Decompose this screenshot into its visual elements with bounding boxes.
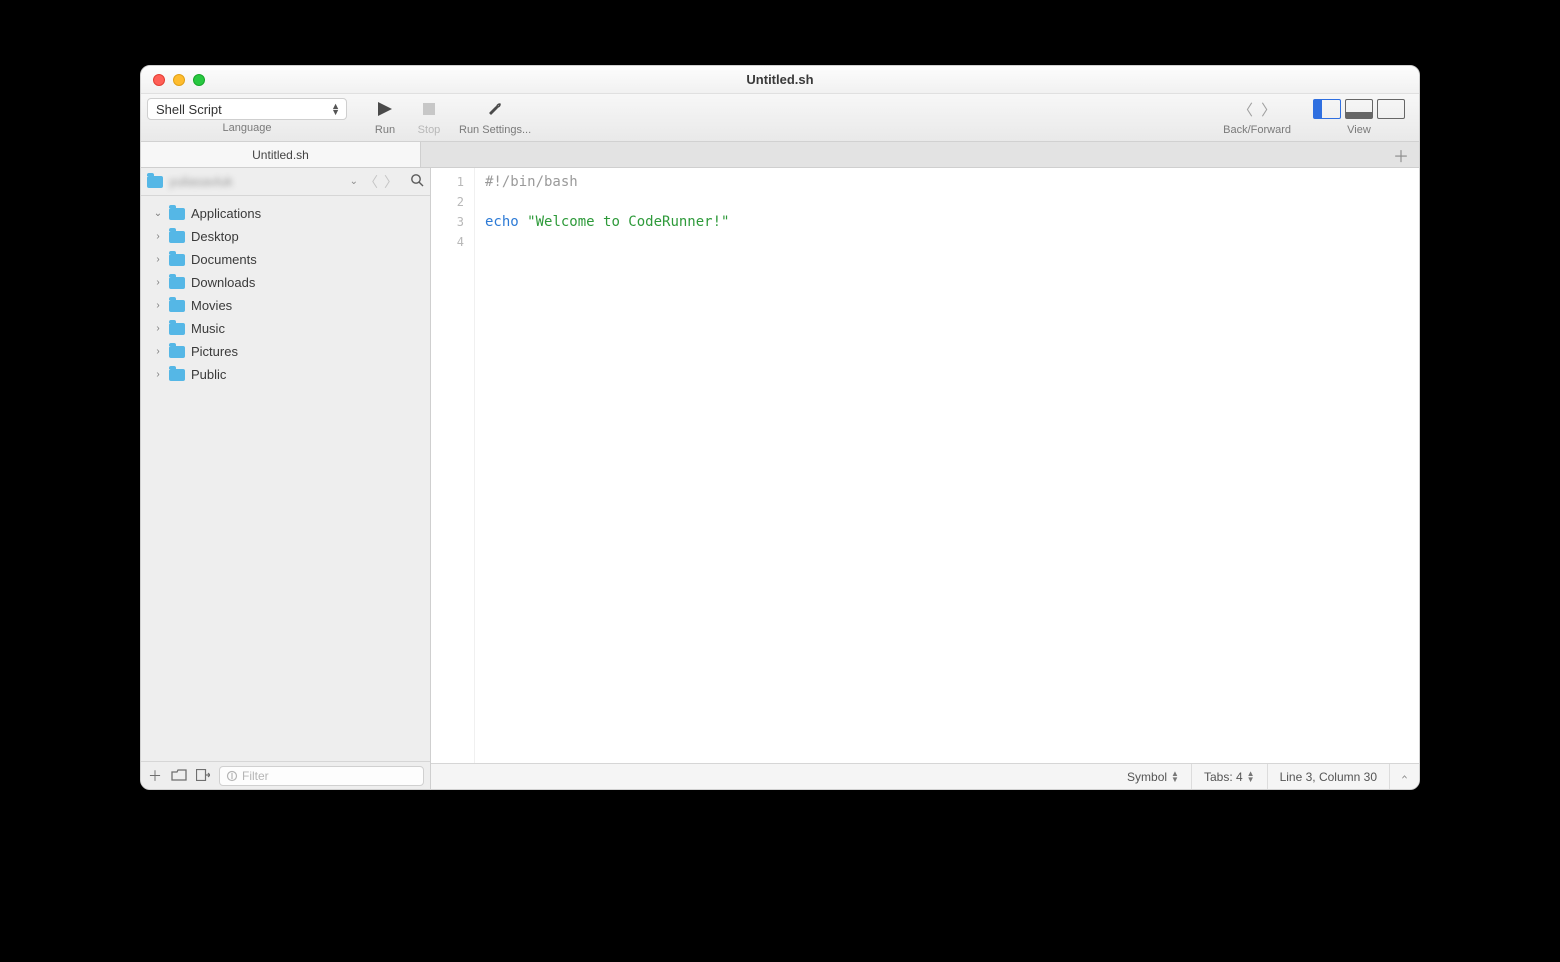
- tree-item[interactable]: › Downloads: [141, 271, 430, 294]
- forward-button[interactable]: 〉: [1257, 99, 1280, 120]
- home-folder-icon: [147, 176, 163, 188]
- filter-input[interactable]: Filter: [219, 766, 424, 786]
- tree-item-label: Movies: [191, 298, 232, 313]
- app-window: Untitled.sh Shell Script ▲▼ Language Run: [140, 65, 1420, 790]
- language-value: Shell Script: [156, 102, 222, 117]
- folder-icon: [169, 254, 185, 266]
- status-tabs[interactable]: Tabs: 4 ▲▼: [1191, 764, 1267, 789]
- new-folder-button[interactable]: [171, 768, 187, 784]
- add-tab-button[interactable]: ＋: [1389, 142, 1413, 167]
- tree-item-label: Downloads: [191, 275, 255, 290]
- folder-icon: [169, 300, 185, 312]
- tab-label: Untitled.sh: [252, 148, 309, 162]
- sidebar-back-button[interactable]: 〈: [364, 172, 378, 192]
- folder-icon: [169, 346, 185, 358]
- folder-icon: [169, 208, 185, 220]
- filter-icon: [226, 770, 238, 782]
- tab-strip: Untitled.sh ＋: [141, 142, 1419, 168]
- window-title: Untitled.sh: [141, 72, 1419, 87]
- stop-label: Stop: [418, 124, 441, 136]
- run-settings-button[interactable]: [475, 97, 515, 121]
- stop-button: [409, 97, 449, 121]
- window-controls: [141, 74, 205, 86]
- line-gutter: 1234: [431, 168, 475, 763]
- status-symbol[interactable]: Symbol ▲▼: [1115, 764, 1191, 789]
- tree-item-label: Music: [191, 321, 225, 336]
- tree-item-label: Desktop: [191, 229, 239, 244]
- folder-icon: [169, 277, 185, 289]
- new-file-button[interactable]: ＋: [147, 766, 163, 786]
- tree-item-label: Pictures: [191, 344, 238, 359]
- status-bar: Symbol ▲▼ Tabs: 4 ▲▼ Line 3, Column 30: [431, 763, 1419, 789]
- back-forward-label: Back/Forward: [1223, 124, 1291, 136]
- tree-item-label: Applications: [191, 206, 261, 221]
- chevron-right-icon[interactable]: ›: [153, 277, 163, 288]
- view-plain-button[interactable]: [1377, 99, 1405, 119]
- chevron-right-icon[interactable]: ›: [153, 254, 163, 265]
- folder-icon: [169, 323, 185, 335]
- search-icon[interactable]: [410, 173, 424, 190]
- view-console-button[interactable]: [1345, 99, 1373, 119]
- code-content: #!/bin/bash echo "Welcome to CodeRunner!…: [485, 172, 729, 252]
- tree-item[interactable]: › Movies: [141, 294, 430, 317]
- chevron-right-icon[interactable]: ›: [153, 346, 163, 357]
- chevron-right-icon[interactable]: ›: [153, 369, 163, 380]
- file-tree: ⌄ Applications › Desktop › Documents › Download…: [141, 196, 430, 761]
- titlebar: Untitled.sh: [141, 66, 1419, 94]
- run-label: Run: [375, 124, 395, 136]
- updown-icon: ▲▼: [1247, 771, 1255, 783]
- tree-item[interactable]: › Pictures: [141, 340, 430, 363]
- back-button[interactable]: 〈: [1234, 99, 1257, 120]
- minimize-button[interactable]: [173, 74, 185, 86]
- play-icon: [378, 102, 392, 116]
- folder-icon: [169, 231, 185, 243]
- folder-icon: [169, 369, 185, 381]
- wrench-icon: [487, 101, 503, 117]
- reveal-button[interactable]: [195, 768, 211, 784]
- status-position: Line 3, Column 30: [1267, 764, 1389, 789]
- tree-item[interactable]: ⌄ Applications: [141, 202, 430, 225]
- sidebar-forward-button[interactable]: 〉: [384, 172, 398, 192]
- tree-item[interactable]: › Public: [141, 363, 430, 386]
- tab-strip-empty: ＋: [421, 142, 1419, 167]
- sidebar-footer: ＋ Filter: [141, 761, 430, 789]
- sidebar-root-label[interactable]: yuliasavluk: [169, 174, 342, 189]
- code-editor[interactable]: 1234 #!/bin/bash echo "Welcome to CodeRu…: [431, 168, 1419, 763]
- toolbar: Shell Script ▲▼ Language Run Stop: [141, 94, 1419, 142]
- chevron-right-icon[interactable]: ›: [153, 300, 163, 311]
- sidebar: yuliasavluk ⌄ 〈 〉 ⌄Applications›Desktop›…: [141, 168, 431, 789]
- language-select[interactable]: Shell Script ▲▼: [147, 98, 347, 120]
- tree-item[interactable]: › Documents: [141, 248, 430, 271]
- tree-item[interactable]: › Desktop: [141, 225, 430, 248]
- run-button[interactable]: [365, 97, 405, 121]
- updown-icon: ▲▼: [1171, 771, 1179, 783]
- run-settings-label: Run Settings...: [459, 124, 531, 136]
- close-button[interactable]: [153, 74, 165, 86]
- status-expand-button[interactable]: [1389, 764, 1419, 789]
- select-arrows-icon: ▲▼: [331, 103, 340, 115]
- language-label: Language: [147, 122, 347, 134]
- main-split: yuliasavluk ⌄ 〈 〉 ⌄Applications›Desktop›…: [141, 168, 1419, 789]
- editor-pane: 1234 #!/bin/bash echo "Welcome to CodeRu…: [431, 168, 1419, 789]
- stop-icon: [423, 103, 435, 115]
- tree-item-label: Public: [191, 367, 226, 382]
- tab[interactable]: Untitled.sh: [141, 142, 421, 167]
- zoom-button[interactable]: [193, 74, 205, 86]
- chevron-down-icon[interactable]: ⌄: [153, 208, 163, 219]
- chevron-right-icon[interactable]: ›: [153, 231, 163, 242]
- tree-item[interactable]: › Music: [141, 317, 430, 340]
- view-label: View: [1347, 124, 1371, 136]
- filter-placeholder: Filter: [242, 769, 269, 783]
- chevron-down-icon[interactable]: ⌄: [350, 176, 358, 187]
- sidebar-path-bar: yuliasavluk ⌄ 〈 〉: [141, 168, 430, 196]
- tree-item-label: Documents: [191, 252, 257, 267]
- chevron-right-icon[interactable]: ›: [153, 323, 163, 334]
- view-sidebar-button[interactable]: [1313, 99, 1341, 119]
- chevron-up-icon: [1402, 773, 1407, 781]
